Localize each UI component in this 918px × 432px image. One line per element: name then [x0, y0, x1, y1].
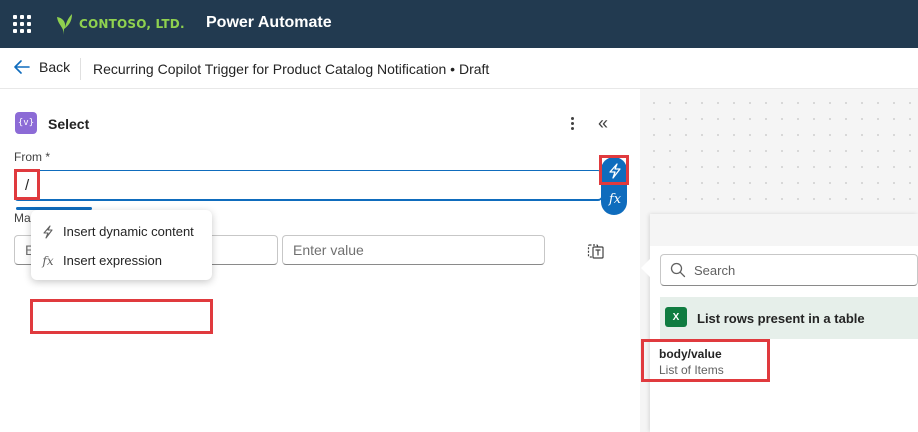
- variable-icon: {v}: [15, 112, 37, 134]
- dynamic-content-pane-header: [650, 214, 918, 246]
- menu-item-label: Insert expression: [63, 253, 162, 268]
- menu-item-label: Insert dynamic content: [63, 224, 194, 239]
- highlight-from-slash: [14, 169, 40, 200]
- action-name[interactable]: Select: [48, 116, 89, 132]
- highlight-insert-dynamic-content: [30, 299, 213, 334]
- header-divider: [80, 58, 81, 80]
- from-field-label: From *: [14, 150, 50, 164]
- leaf-icon: [57, 14, 72, 35]
- map-field-label: Ma: [14, 211, 31, 225]
- search-placeholder: Search: [694, 263, 736, 278]
- company-logo: CONTOSO, LTD.: [55, 12, 185, 36]
- switch-to-text-mode-icon[interactable]: [587, 242, 607, 262]
- menu-item-insert-dynamic-content[interactable]: Insert dynamic content: [41, 224, 194, 239]
- highlight-body-value-token: [641, 339, 770, 382]
- map-value-input[interactable]: Enter value: [282, 235, 545, 265]
- collapse-panel-icon[interactable]: «: [598, 114, 608, 132]
- search-icon: [670, 262, 686, 283]
- fx-icon: fx: [42, 253, 54, 268]
- highlight-dynamic-content-button: [599, 155, 629, 185]
- menu-item-insert-expression[interactable]: fx Insert expression: [41, 253, 162, 268]
- lightning-icon: [41, 224, 55, 239]
- app-title: Power Automate: [206, 14, 332, 31]
- back-button[interactable]: Back: [14, 59, 70, 75]
- more-options-button[interactable]: [563, 113, 581, 133]
- excel-icon: X: [665, 307, 687, 327]
- arrow-left-icon: [14, 60, 30, 74]
- insert-menu: Insert dynamic content fx Insert express…: [31, 210, 212, 280]
- section-title: List rows present in a table: [697, 311, 865, 326]
- flow-title: Recurring Copilot Trigger for Product Ca…: [93, 61, 490, 77]
- from-input[interactable]: [14, 170, 602, 201]
- company-name: CONTOSO, LTD.: [79, 17, 185, 31]
- expression-button[interactable]: fx: [604, 188, 626, 210]
- app-launcher-icon[interactable]: [13, 15, 31, 33]
- flow-header: Back Recurring Copilot Trigger for Produ…: [0, 48, 918, 89]
- flyout-pointer: [641, 257, 652, 279]
- back-label: Back: [39, 59, 71, 75]
- top-bar: CONTOSO, LTD. Power Automate: [0, 0, 918, 48]
